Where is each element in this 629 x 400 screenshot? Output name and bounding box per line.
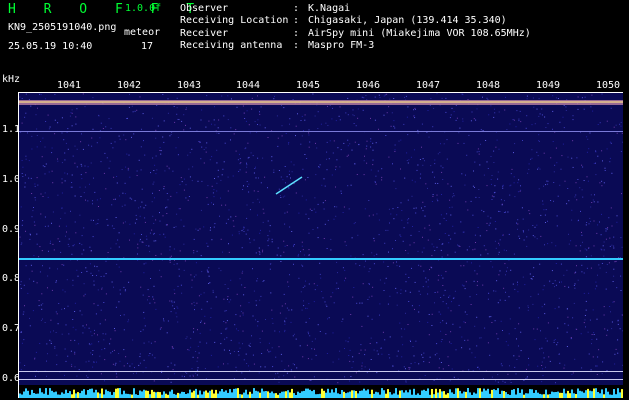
- x-tick-label: 1046: [356, 80, 381, 91]
- trace-line-top-core: [19, 101, 623, 103]
- app-version: 1.0.0f: [125, 3, 162, 14]
- observer-value: K.Nagai: [308, 3, 351, 14]
- x-tick-label: 1044: [236, 80, 261, 91]
- spectrogram-canvas: [19, 93, 623, 398]
- trace-line-low-1: [19, 371, 623, 372]
- x-tick-label: 1041: [57, 80, 82, 91]
- y-axis-unit: kHz: [2, 74, 21, 85]
- x-tick-label: 1047: [416, 80, 441, 91]
- antenna-label: Receiving antenna: [180, 40, 283, 51]
- noise-speckles: [19, 93, 623, 384]
- meteor-echo: [275, 176, 303, 195]
- receiver-value: AirSpy mini (Miakejima VOR 108.65MHz): [308, 28, 531, 39]
- trace-line-carrier: [19, 258, 623, 260]
- antenna-value: Maspro FM-3: [308, 40, 375, 51]
- app-name: H R O F F T: [8, 2, 205, 17]
- location-label: Receiving Location: [180, 15, 289, 26]
- x-tick-label: 1043: [177, 80, 202, 91]
- meteor-count-value: 17: [141, 41, 154, 52]
- antenna-colon: :: [293, 40, 300, 51]
- file-name: KN9_2505191040.png: [8, 22, 117, 33]
- x-tick-label: 1050: [596, 80, 621, 91]
- trace-line-1100: [19, 131, 623, 132]
- x-tick-label: 1042: [117, 80, 142, 91]
- location-colon: :: [293, 15, 300, 26]
- x-tick-label: 1048: [476, 80, 501, 91]
- observer-colon: :: [293, 3, 300, 14]
- x-tick-label: 1049: [536, 80, 561, 91]
- receiver-label: Receiver: [180, 28, 229, 39]
- receiver-colon: :: [293, 28, 300, 39]
- observer-label: Observer: [180, 3, 229, 14]
- location-value: Chigasaki, Japan (139.414 35.340): [308, 15, 507, 26]
- trace-line-low-2: [19, 379, 623, 380]
- x-tick-label: 1045: [296, 80, 321, 91]
- meteor-count-label: meteor: [124, 27, 161, 38]
- capture-datetime: 25.05.19 10:40: [8, 41, 93, 52]
- spectrogram-plot: [18, 92, 623, 398]
- hrofft-window: H R O F F T 1.0.0f KN9_2505191040.png 25…: [0, 0, 629, 400]
